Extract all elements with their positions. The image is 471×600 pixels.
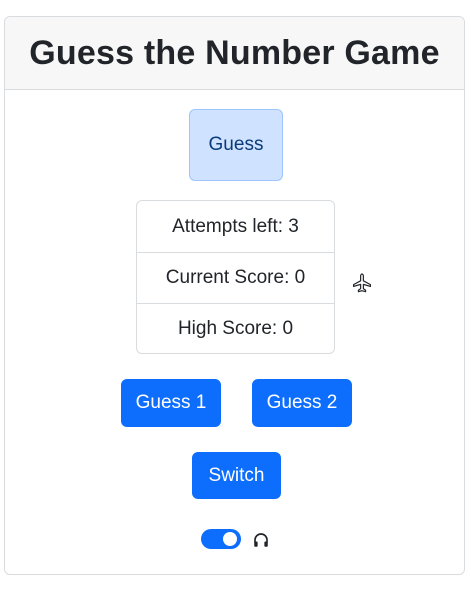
guess-1-button[interactable]: Guess 1 [121,379,221,427]
headphones-icon [254,533,268,547]
guess-button[interactable]: Guess [189,109,283,181]
high-score: High Score: 0 [137,303,334,353]
toggle-knob [223,532,237,546]
sound-toggle[interactable] [201,529,241,549]
current-score: Current Score: 0 [137,252,334,303]
card-header: Guess the Number Game [5,17,464,90]
game-card: Guess the Number Game Guess Attempts lef… [4,16,465,575]
guess-2-button[interactable]: Guess 2 [252,379,352,427]
switch-button[interactable]: Switch [192,452,281,499]
stats-list: Attempts left: 3 Current Score: 0 High S… [136,200,335,354]
airplane-icon [352,273,372,293]
attempts-left: Attempts left: 3 [172,215,299,237]
page-title: Guess the Number Game [29,33,440,72]
